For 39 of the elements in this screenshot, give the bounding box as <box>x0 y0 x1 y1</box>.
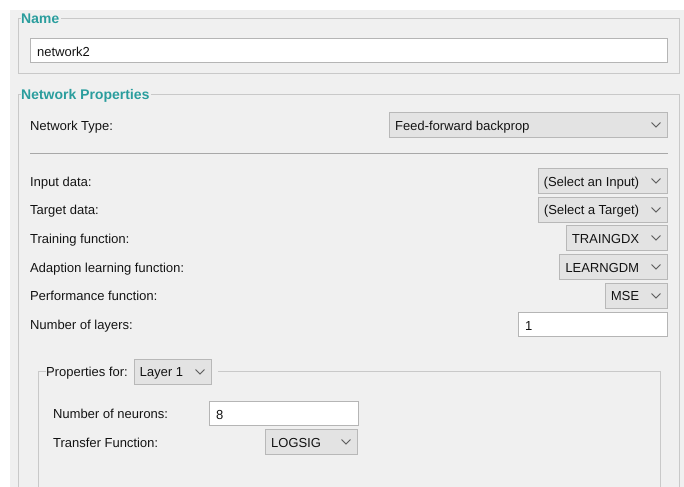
name-input-field[interactable]: network2 <box>30 38 668 63</box>
chevron-down-icon <box>195 368 206 375</box>
field-label: Input data: <box>30 174 92 189</box>
dropdown[interactable]: TRAINGDX <box>566 225 668 252</box>
dropdown[interactable]: Layer 1 <box>134 358 212 385</box>
dropdown[interactable]: (Select a Target) <box>538 196 668 223</box>
chevron-down-icon <box>651 178 661 184</box>
dropdown[interactable]: LOGSIG <box>265 429 358 456</box>
chevron-down-icon <box>341 439 351 446</box>
input-field[interactable]: 1 <box>518 312 668 337</box>
chevron-down-icon <box>651 264 661 270</box>
dropdown-value: LEARNGDM <box>565 260 639 275</box>
dropdown[interactable]: Feed-forward backprop <box>389 112 668 138</box>
chevron-down-icon <box>651 122 661 128</box>
chevron-down-icon <box>651 235 661 242</box>
field-label: Target data: <box>30 202 99 218</box>
field-label: Performance function: <box>30 288 158 304</box>
dropdown-value: TRAINGDX <box>572 230 639 246</box>
input-field[interactable]: 8 <box>209 400 359 426</box>
dropdown[interactable]: LEARNGDM <box>559 254 668 280</box>
dropdown[interactable]: MSE <box>604 282 668 309</box>
field-label: Adaption learning function: <box>30 260 184 275</box>
dropdown-value: LOGSIG <box>271 434 321 450</box>
dropdown-value: MSE <box>610 288 639 304</box>
dropdown-value: (Select a Target) <box>544 202 639 218</box>
chevron-down-icon <box>651 206 661 213</box>
dropdown-value: Feed-forward backprop <box>395 118 530 132</box>
field-label: Number of layers: <box>30 316 133 332</box>
dropdown-value: Layer 1 <box>140 364 184 380</box>
dropdown[interactable]: (Select an Input) <box>538 168 668 194</box>
group-title: Network Properties <box>21 86 150 102</box>
field-label: Properties for: <box>46 364 128 380</box>
dropdown-value: (Select an Input) <box>544 174 639 189</box>
chevron-down-icon <box>651 292 661 299</box>
field-label: Training function: <box>30 230 130 246</box>
group-title: Name <box>21 10 60 26</box>
field-label: Network Type: <box>30 118 113 132</box>
field-label: Transfer Function: <box>53 434 160 450</box>
field-label: Number of neurons: <box>53 406 169 421</box>
